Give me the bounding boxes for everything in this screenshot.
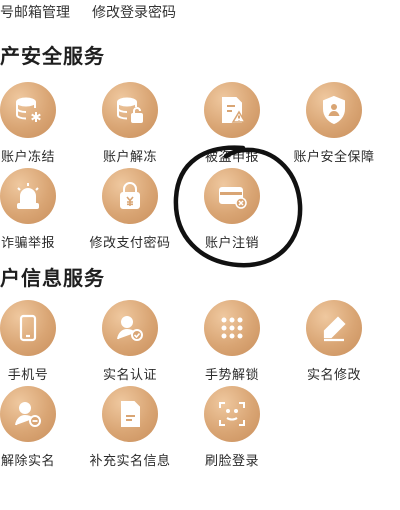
account-cancellation-tile[interactable]: 账户注销 (182, 168, 282, 268)
info-section-title: 户信息服务 (0, 266, 105, 290)
lock-yen-icon (102, 168, 158, 224)
real-name-edit-label: 实名修改 (306, 368, 361, 383)
shield-user-icon (306, 82, 362, 138)
remove-real-name-tile[interactable]: 解除实名 (0, 386, 78, 486)
phone-number-tile[interactable]: 手机号 (0, 300, 78, 400)
email-manage-link[interactable]: 号邮箱管理 (0, 2, 70, 22)
fraud-report-tile[interactable]: 诈骗举报 (0, 168, 78, 268)
change-payment-password-label: 修改支付密码 (89, 236, 171, 251)
account-protection-tile[interactable]: 账户安全保障 (284, 82, 384, 182)
pen-edit-icon (306, 300, 362, 356)
document-alert-icon (204, 82, 260, 138)
card-cancel-icon (204, 168, 260, 224)
gesture-unlock-label: 手势解锁 (204, 368, 259, 383)
remove-real-name-label: 解除实名 (0, 454, 55, 469)
account-unfreeze-label: 账户解冻 (102, 150, 157, 165)
theft-report-tile[interactable]: 被盗申报 (182, 82, 282, 182)
face-login-tile[interactable]: 刷脸登录 (182, 386, 282, 486)
supplement-info-tile[interactable]: 补充实名信息 (80, 386, 180, 486)
supplement-info-label: 补充实名信息 (89, 454, 171, 469)
fraud-report-label: 诈骗举报 (0, 236, 55, 251)
face-scan-icon (204, 386, 260, 442)
database-unlock-icon (102, 82, 158, 138)
security-section-title: 产安全服务 (0, 44, 105, 68)
real-name-verify-label: 实名认证 (102, 368, 157, 383)
account-freeze-label: 账户冻结 (0, 150, 55, 165)
account-freeze-tile[interactable]: 账户冻结 (0, 82, 78, 182)
gesture-unlock-tile[interactable]: 手势解锁 (182, 300, 282, 400)
account-protection-label: 账户安全保障 (293, 150, 375, 165)
user-verified-icon (102, 300, 158, 356)
real-name-edit-tile[interactable]: 实名修改 (284, 300, 384, 400)
account-cancellation-label: 账户注销 (204, 236, 259, 251)
database-snowflake-icon (0, 82, 56, 138)
phone-number-label: 手机号 (7, 368, 49, 383)
face-login-label: 刷脸登录 (204, 454, 259, 469)
document-add-icon (102, 386, 158, 442)
change-login-password-link[interactable]: 修改登录密码 (92, 2, 176, 22)
real-name-verify-tile[interactable]: 实名认证 (80, 300, 180, 400)
siren-icon (0, 168, 56, 224)
theft-report-label: 被盗申报 (204, 150, 259, 165)
change-payment-password-tile[interactable]: 修改支付密码 (80, 168, 180, 268)
account-unfreeze-tile[interactable]: 账户解冻 (80, 82, 180, 182)
gesture-dots-icon (204, 300, 260, 356)
phone-icon (0, 300, 56, 356)
user-remove-icon (0, 386, 56, 442)
